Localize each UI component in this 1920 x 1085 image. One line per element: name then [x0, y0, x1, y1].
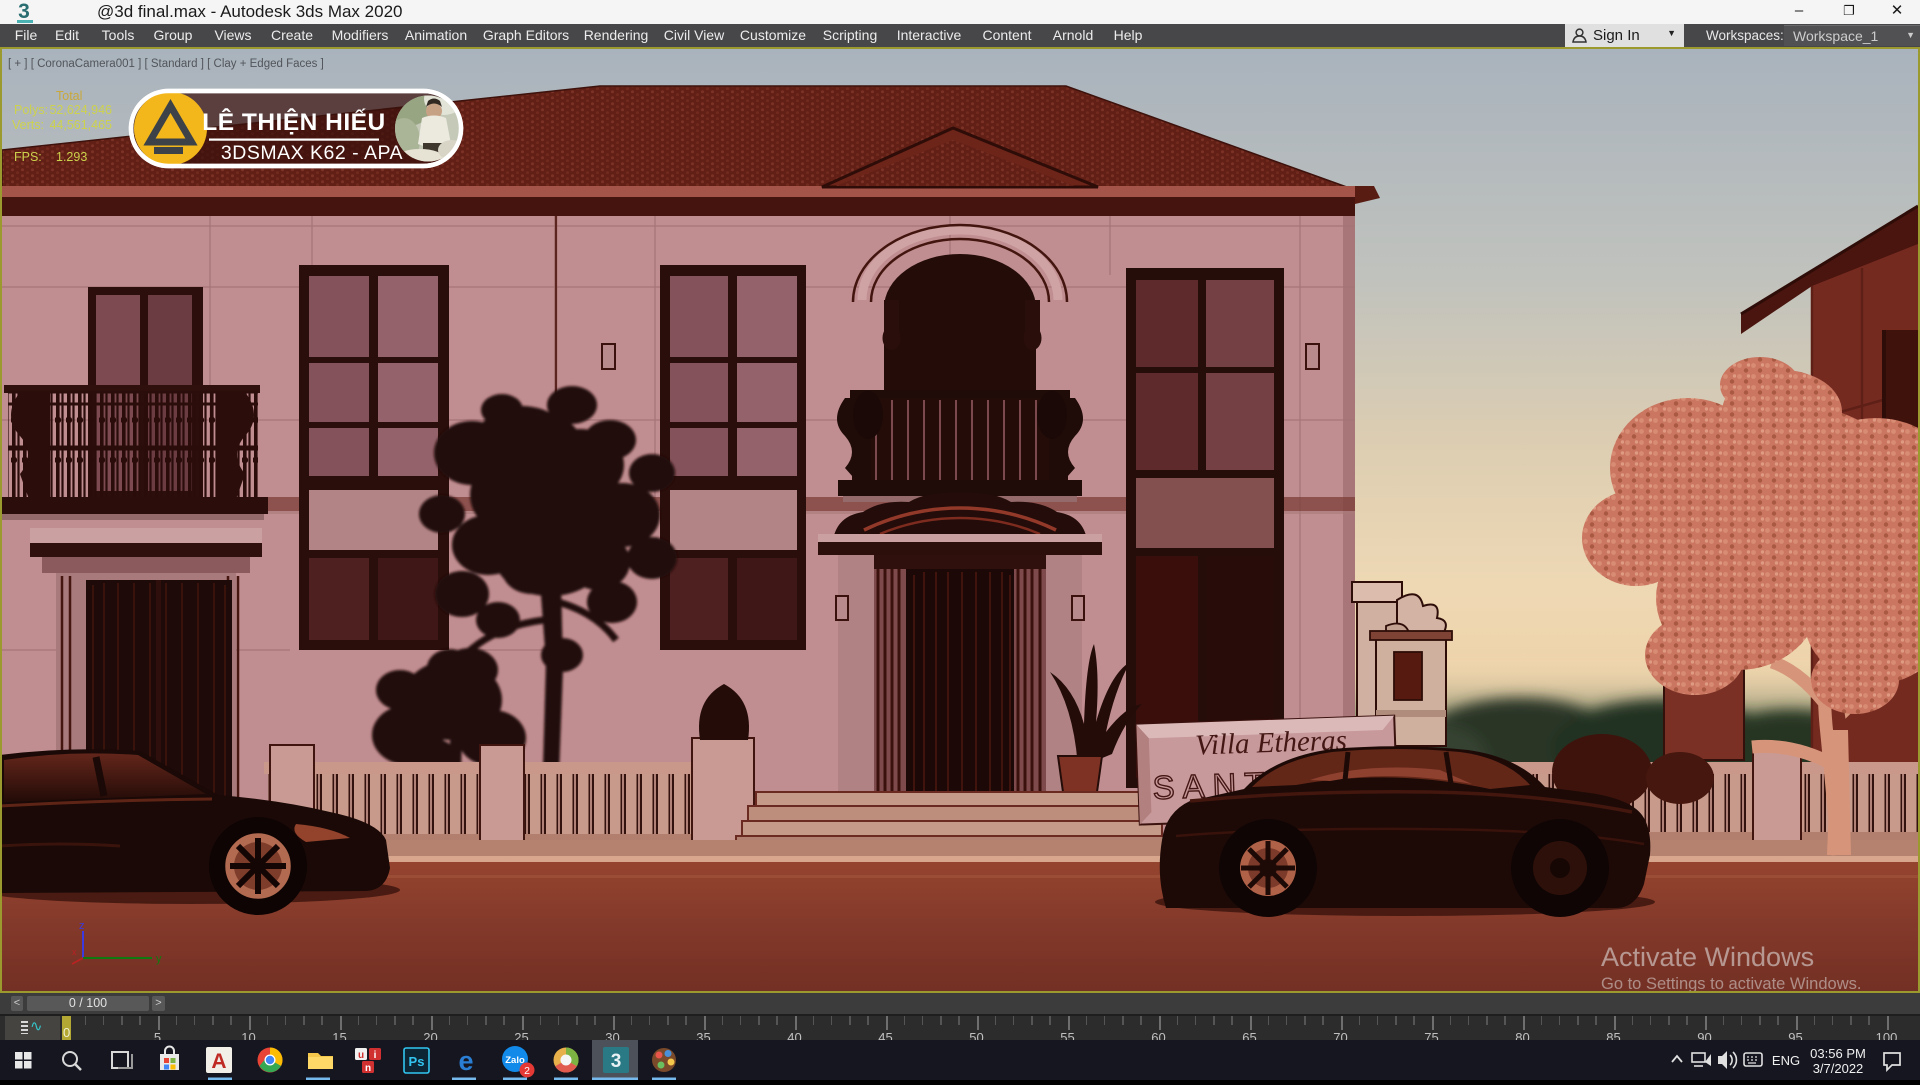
svg-text:z: z: [79, 920, 85, 932]
svg-text:52,624,946: 52,624,946: [49, 103, 112, 117]
svg-text:3: 3: [611, 1051, 622, 1072]
svg-text:03:56 PM: 03:56 PM: [1810, 1046, 1866, 1061]
svg-text:Activate Windows: Activate Windows: [1601, 942, 1814, 972]
svg-text:3DSMAX K62 - APA: 3DSMAX K62 - APA: [221, 142, 403, 164]
svg-text:x: x: [72, 947, 77, 957]
svg-text:3/7/2022: 3/7/2022: [1813, 1061, 1864, 1076]
svg-text:1.293: 1.293: [56, 150, 87, 164]
svg-text:[ + ] [ CoronaCamera001 ] [ St: [ + ] [ CoronaCamera001 ] [ Standard ] […: [8, 58, 324, 70]
svg-text:i: i: [374, 1050, 377, 1061]
svg-text:LÊ THIỆN HIẾU: LÊ THIỆN HIẾU: [202, 108, 385, 136]
svg-text:Zalo: Zalo: [505, 1055, 525, 1066]
svg-text:44,561,465: 44,561,465: [49, 118, 112, 132]
svg-text:ENG: ENG: [1772, 1053, 1800, 1068]
svg-text:y: y: [156, 953, 162, 965]
svg-text:Go to Settings to activate Win: Go to Settings to activate Windows.: [1601, 975, 1861, 991]
svg-text:e: e: [458, 1046, 473, 1076]
svg-text:FPS:: FPS:: [14, 150, 42, 164]
svg-text:u: u: [358, 1050, 364, 1061]
svg-text:A: A: [211, 1050, 226, 1073]
svg-text:Verts:: Verts:: [12, 118, 44, 132]
svg-text:Total: Total: [56, 89, 82, 103]
svg-text:Ps: Ps: [409, 1054, 425, 1069]
svg-text:n: n: [365, 1063, 371, 1074]
svg-text:2: 2: [524, 1065, 530, 1077]
svg-text:Polys:: Polys:: [14, 103, 48, 117]
